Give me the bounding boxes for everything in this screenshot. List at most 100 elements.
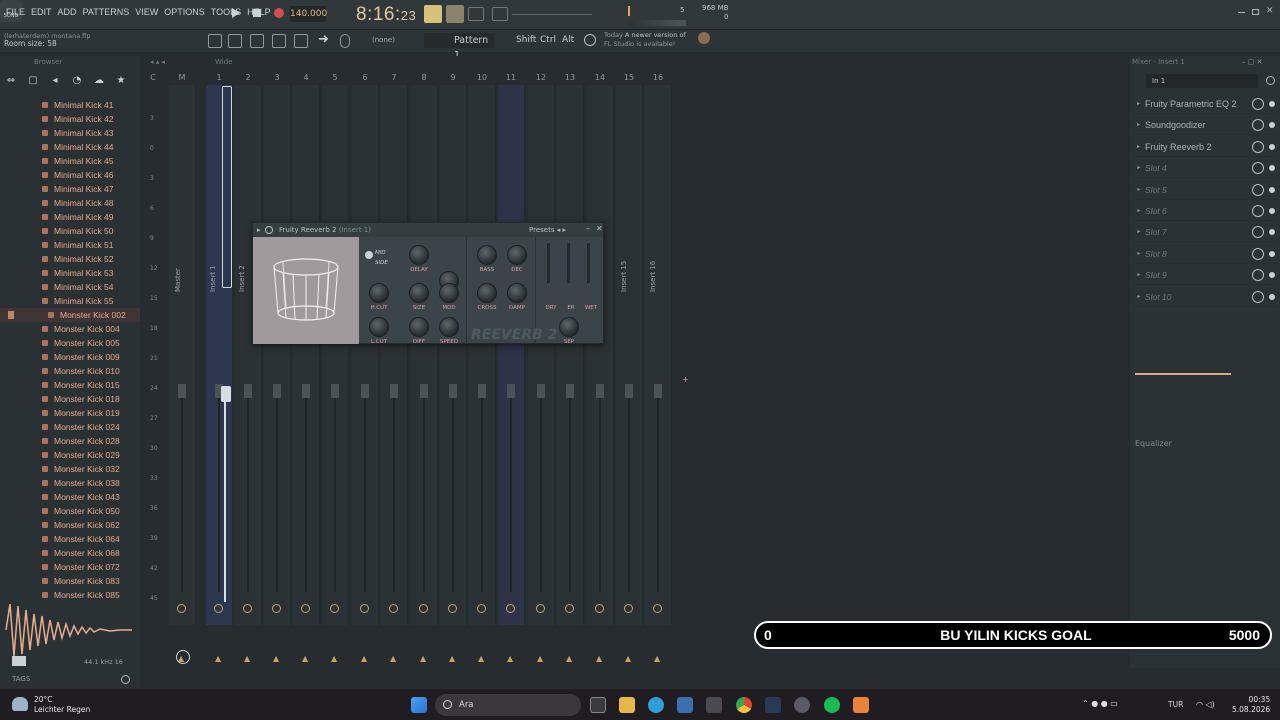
reverb-knob-speed[interactable]: [439, 317, 459, 337]
effect-slot[interactable]: ▸ Soundgoodizer: [1134, 115, 1278, 136]
send-knob[interactable]: [419, 604, 428, 613]
reverb-knob-size[interactable]: [409, 283, 429, 303]
route-arrow-icon[interactable]: ▲: [361, 654, 367, 663]
send-knob[interactable]: [536, 604, 545, 613]
slot-arrow-icon[interactable]: ▸: [1137, 158, 1140, 178]
volume-fader[interactable]: [420, 384, 428, 398]
reverb-slider-wet[interactable]: [587, 243, 590, 283]
presets-menu[interactable]: Presets ◂ ▸: [529, 223, 566, 237]
record-icon[interactable]: [274, 8, 284, 18]
volume-fader[interactable]: [507, 384, 515, 398]
tag-icon[interactable]: ◂: [44, 72, 66, 90]
spotify-icon[interactable]: [824, 697, 840, 713]
slot-mix-knob[interactable]: [1252, 162, 1264, 175]
microphone-icon[interactable]: [340, 34, 350, 48]
slot-enable-toggle[interactable]: [1269, 250, 1275, 257]
volume-fader[interactable]: [302, 384, 310, 398]
master-pitch-slider[interactable]: [512, 14, 592, 15]
reverb-knob-diff[interactable]: [409, 317, 429, 337]
preview-play-icon[interactable]: [12, 656, 26, 666]
browser-item[interactable]: Monster Kick 019: [0, 406, 140, 420]
browser-item[interactable]: Minimal Kick 44: [0, 140, 140, 154]
volume-fader[interactable]: [625, 384, 633, 398]
browser-item[interactable]: Minimal Kick 45: [0, 154, 140, 168]
route-arrow-icon[interactable]: ▲: [566, 654, 572, 663]
browser-item[interactable]: Monster Kick 032: [0, 462, 140, 476]
input-select[interactable]: In 1: [1146, 74, 1258, 88]
effect-slot-empty[interactable]: ▸ Slot 10: [1134, 287, 1278, 307]
route-arrow-icon[interactable]: ▲: [654, 654, 660, 663]
browser-item[interactable]: Monster Kick 018: [0, 392, 140, 406]
menu-view[interactable]: VIEW: [135, 7, 158, 17]
slot-arrow-icon[interactable]: ▸: [1137, 94, 1140, 114]
plugin-gear-icon[interactable]: [265, 226, 273, 234]
send-knob[interactable]: [243, 604, 252, 613]
slot-mix-knob[interactable]: [1252, 205, 1264, 217]
browser-item[interactable]: Minimal Kick 41: [0, 98, 140, 112]
wifi-speaker-icon[interactable]: ◠ ◁): [1196, 700, 1215, 709]
app-icon[interactable]: [794, 697, 810, 713]
route-arrow-icon[interactable]: ▲: [596, 654, 602, 663]
slot-mix-knob[interactable]: [1252, 183, 1264, 196]
effect-slot-empty[interactable]: ▸ Slot 7: [1134, 222, 1278, 243]
tempo-display[interactable]: 140.000: [290, 6, 327, 22]
volume-fader[interactable]: [537, 384, 545, 398]
edge-icon[interactable]: [648, 697, 664, 713]
effect-slot-empty[interactable]: ▸ Slot 8: [1134, 244, 1278, 264]
menu-edit[interactable]: EDIT: [31, 7, 52, 17]
close-icon[interactable]: ✕: [1266, 6, 1274, 16]
browser-item[interactable]: Monster Kick 024: [0, 420, 140, 434]
browser-item[interactable]: Monster Kick 004: [0, 322, 140, 336]
arrow-right-icon[interactable]: ➜: [318, 32, 329, 47]
weather-widget[interactable]: 20°C Leichter Regen: [34, 695, 90, 715]
browser-item[interactable]: Monster Kick 064: [0, 532, 140, 546]
reverb-knob-sep[interactable]: [559, 317, 579, 337]
browser-item[interactable]: Minimal Kick 52: [0, 252, 140, 266]
slot-mix-knob[interactable]: [1252, 247, 1264, 260]
file-explorer-icon[interactable]: [619, 697, 635, 713]
slot-enable-toggle[interactable]: [1269, 143, 1275, 150]
route-arrow-icon[interactable]: ▲: [390, 654, 396, 663]
effect-slot-empty[interactable]: ▸ Slot 4: [1134, 158, 1278, 179]
loop-record-icon[interactable]: [468, 7, 484, 21]
slot-arrow-icon[interactable]: ▸: [1137, 180, 1140, 200]
browser-item[interactable]: Minimal Kick 48: [0, 196, 140, 210]
reverb-knob-delay[interactable]: [409, 245, 429, 265]
route-arrow-icon[interactable]: ▲: [507, 654, 513, 663]
send-knob[interactable]: [330, 604, 339, 613]
reverb-knob-mod[interactable]: [439, 283, 459, 303]
reverb-knob-h-cut[interactable]: [369, 283, 389, 303]
slot-enable-toggle[interactable]: [1269, 186, 1275, 193]
shift-key[interactable]: Shift: [516, 35, 536, 45]
send-knob[interactable]: [177, 604, 186, 613]
route-arrow-icon[interactable]: ▲: [215, 654, 221, 663]
reverb-knob-cross[interactable]: [477, 283, 497, 303]
send-knob[interactable]: [448, 604, 457, 613]
slot-enable-toggle[interactable]: [1269, 101, 1275, 107]
volume-fader[interactable]: [331, 384, 339, 398]
browser-item[interactable]: Minimal Kick 49: [0, 210, 140, 224]
browser-item[interactable]: Monster Kick 015: [0, 378, 140, 392]
mixer-icon[interactable]: [294, 34, 308, 48]
update-icon[interactable]: [698, 32, 710, 44]
effect-slot[interactable]: ▸ Fruity Parametric EQ 2: [1134, 94, 1278, 114]
volume-fader[interactable]: [273, 384, 281, 398]
volume-fader[interactable]: [478, 384, 486, 398]
browser-item[interactable]: Monster Kick 043: [0, 490, 140, 504]
reverb-knob-damp[interactable]: [507, 283, 527, 303]
send-knob[interactable]: [214, 604, 223, 613]
ctrl-key[interactable]: Ctrl: [540, 35, 556, 45]
route-arrow-icon[interactable]: ▲: [625, 654, 631, 663]
weather-icon[interactable]: [12, 697, 28, 711]
browser-item[interactable]: Monster Kick 083: [0, 574, 140, 588]
slot-arrow-icon[interactable]: ▸: [1137, 244, 1140, 264]
browser-item[interactable]: Minimal Kick 43: [0, 126, 140, 140]
channel-select[interactable]: (none): [372, 36, 395, 44]
slot-mix-knob[interactable]: [1252, 290, 1264, 303]
route-arrow-icon[interactable]: ▲: [244, 654, 250, 663]
volume-fader[interactable]: [449, 384, 457, 398]
send-knob[interactable]: [565, 604, 574, 613]
slot-enable-toggle[interactable]: [1269, 122, 1275, 129]
mixer-arrows-icon[interactable]: ◂ ▴ ◂: [150, 58, 165, 66]
slot-mix-knob[interactable]: [1252, 119, 1264, 132]
